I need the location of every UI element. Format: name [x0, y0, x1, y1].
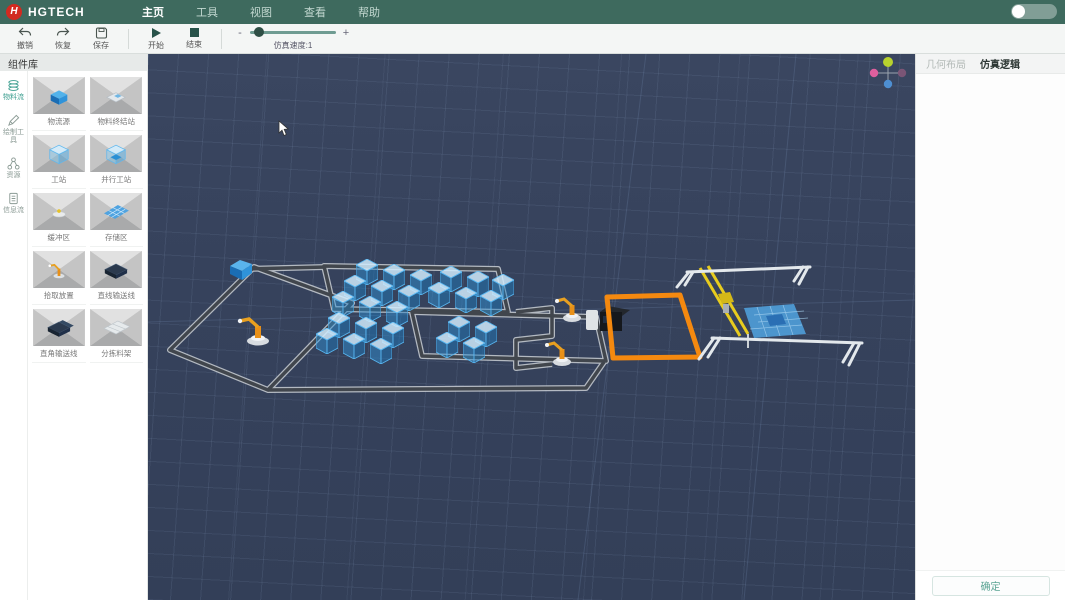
rail-item-label: 物料流 — [1, 94, 27, 102]
storage-pallet[interactable] — [744, 304, 808, 338]
brand-name: HGTECH — [28, 5, 85, 19]
component-library-title: 组件库 — [0, 54, 147, 71]
confirm-button[interactable]: 确定 — [932, 576, 1050, 596]
rail-item-draw-tools[interactable]: 绘制工具 — [0, 114, 28, 145]
nav-gizmo[interactable] — [870, 57, 906, 88]
undo-button[interactable]: 撤销 — [8, 25, 42, 53]
stop-icon — [189, 27, 200, 38]
rail-item-label: 信息流 — [1, 207, 27, 215]
source-thumbnail-icon — [33, 77, 85, 114]
component-item-station[interactable]: 工站 — [32, 135, 86, 189]
menu-item-view[interactable]: 视图 — [248, 0, 274, 24]
component-item-source[interactable]: 物流源 — [32, 77, 86, 131]
sorting-rack-thumbnail-icon — [90, 309, 142, 346]
undo-label: 撤销 — [17, 40, 33, 51]
save-button[interactable]: 保存 — [84, 25, 118, 53]
simulation-speed-control: - + 仿真速度:1 — [236, 27, 350, 51]
material-source[interactable] — [230, 260, 252, 280]
component-label: 拾取放置 — [44, 290, 74, 301]
save-icon — [95, 27, 108, 39]
component-label: 并行工站 — [101, 174, 131, 185]
rail-item-label: 绘制工具 — [1, 129, 27, 145]
rail-item-info-flow[interactable]: 信息流 — [0, 192, 28, 215]
toolbar-separator — [128, 29, 129, 49]
component-label: 物料终结站 — [98, 116, 136, 127]
hgtech-logo-icon — [6, 4, 22, 20]
panel-footer: 确定 — [916, 570, 1065, 600]
category-rail: 物料流 绘制工具 资源 信息流 — [0, 71, 28, 600]
rail-item-label: 资源 — [1, 172, 27, 180]
speed-label: 仿真速度:1 — [274, 40, 313, 51]
buffer-thumbnail-icon — [33, 193, 85, 230]
component-grid: 物流源 物料终结站 工站 并行工站 — [28, 71, 147, 600]
parallel-station-thumbnail-icon — [90, 135, 142, 172]
component-label: 存储区 — [105, 232, 128, 243]
panel-body — [916, 74, 1065, 570]
stop-label: 结束 — [186, 39, 202, 50]
speed-decrease-button[interactable]: - — [236, 27, 244, 39]
play-icon — [150, 27, 162, 39]
resources-icon — [7, 157, 20, 170]
component-item-storage[interactable]: 存储区 — [90, 193, 144, 247]
stop-button[interactable]: 结束 — [177, 25, 211, 53]
start-button[interactable]: 开始 — [139, 25, 173, 53]
info-flow-icon — [7, 192, 20, 205]
component-label: 直线输送线 — [98, 290, 136, 301]
rail-item-resources[interactable]: 资源 — [0, 157, 28, 180]
component-item-parallel-station[interactable]: 并行工站 — [90, 135, 144, 189]
start-label: 开始 — [148, 40, 164, 51]
material-flow-icon — [7, 79, 20, 92]
toolbar-separator — [221, 29, 222, 49]
properties-panel: 几何布局 仿真逻辑 确定 — [915, 54, 1065, 600]
component-item-rightangle-conveyor[interactable]: 直角输送线 — [32, 309, 86, 363]
tab-simulation-logic[interactable]: 仿真逻辑 — [980, 56, 1020, 71]
redo-label: 恢复 — [55, 40, 71, 51]
component-item-pick-place[interactable]: 拾取放置 — [32, 251, 86, 305]
redo-icon — [56, 27, 70, 39]
brand: HGTECH — [0, 4, 130, 20]
component-item-sorting-rack[interactable]: 分拣料架 — [90, 309, 144, 363]
component-library-panel: 组件库 物料流 绘制工具 资源 — [0, 54, 148, 600]
main-menu: 主页 工具 视图 查看 帮助 — [140, 0, 382, 24]
simulation-scene — [148, 54, 915, 600]
redo-button[interactable]: 恢复 — [46, 25, 80, 53]
component-label: 分拣料架 — [101, 348, 131, 359]
terminal-thumbnail-icon — [90, 77, 142, 114]
component-item-straight-conveyor[interactable]: 直线输送线 — [90, 251, 144, 305]
gantry-crane[interactable] — [700, 266, 748, 348]
menu-item-home[interactable]: 主页 — [140, 0, 166, 24]
toolbar: 撤销 恢复 保存 开始 结束 - + 仿真速度 — [0, 24, 1065, 54]
pick-place-thumbnail-icon — [33, 251, 85, 288]
component-label: 直角输送线 — [40, 348, 78, 359]
tab-geometry-layout[interactable]: 几何布局 — [926, 56, 966, 71]
menu-item-inspect[interactable]: 查看 — [302, 0, 328, 24]
viewport-3d[interactable] — [148, 54, 915, 600]
rail-item-material-flow[interactable]: 物料流 — [0, 79, 28, 102]
account-toggle[interactable] — [1011, 4, 1057, 19]
component-label: 缓冲区 — [48, 232, 71, 243]
component-label: 物流源 — [48, 116, 71, 127]
menu-bar: HGTECH 主页 工具 视图 查看 帮助 — [0, 0, 1065, 24]
draw-tools-icon — [7, 114, 20, 127]
speed-increase-button[interactable]: + — [342, 27, 350, 39]
speed-slider-knob[interactable] — [254, 27, 264, 37]
robot-arm-1[interactable] — [238, 319, 269, 346]
undo-icon — [18, 27, 32, 39]
save-label: 保存 — [93, 40, 109, 51]
component-item-buffer[interactable]: 缓冲区 — [32, 193, 86, 247]
menu-item-help[interactable]: 帮助 — [356, 0, 382, 24]
menu-item-tools[interactable]: 工具 — [194, 0, 220, 24]
speed-slider[interactable] — [250, 31, 336, 34]
component-label: 工站 — [51, 174, 66, 185]
storage-thumbnail-icon — [90, 193, 142, 230]
straight-conveyor-thumbnail-icon — [90, 251, 142, 288]
rightangle-conveyor-thumbnail-icon — [33, 309, 85, 346]
component-item-terminal[interactable]: 物料终结站 — [90, 77, 144, 131]
application-window: HGTECH 主页 工具 视图 查看 帮助 撤销 恢复 保存 开始 — [0, 0, 1065, 600]
panel-tabs: 几何布局 仿真逻辑 — [916, 54, 1065, 74]
station-thumbnail-icon — [33, 135, 85, 172]
